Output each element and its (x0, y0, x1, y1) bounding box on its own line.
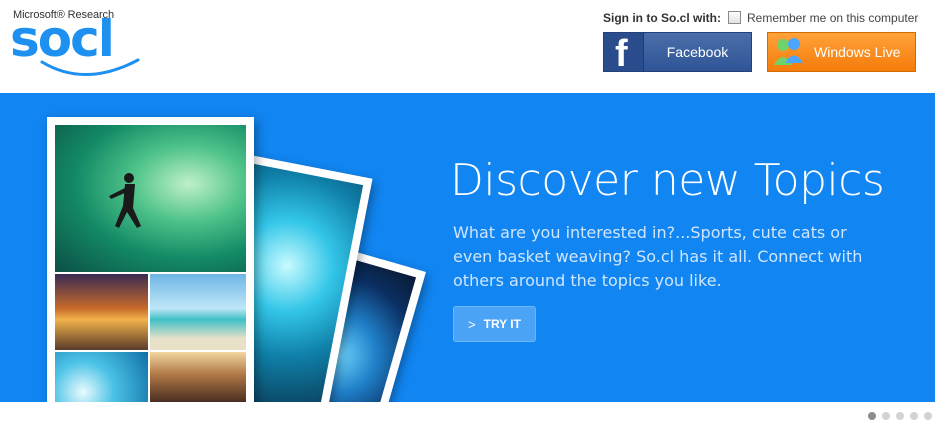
logo-smile-icon (40, 58, 140, 76)
facebook-signin-button[interactable]: f Facebook (603, 32, 752, 73)
remember-me-checkbox[interactable] (728, 11, 741, 24)
site-header: Microsoft® Research socl Sign in to So.c… (0, 0, 935, 93)
hero-banner: Discover new Topics What are you interes… (0, 93, 935, 402)
hero-title: Discover new Topics (450, 155, 885, 206)
try-it-label: TRY IT (483, 317, 521, 331)
surfing-collage-photo (47, 117, 254, 402)
windows-live-signin-button[interactable]: Windows Live (767, 32, 916, 72)
socl-logo[interactable]: socl (10, 14, 115, 64)
pager-dot-1[interactable] (868, 412, 876, 420)
surfer-tile (55, 125, 246, 272)
chevron-right-icon: > (468, 316, 476, 332)
facebook-button-label: Facebook (666, 44, 729, 60)
pager-dot-5[interactable] (924, 412, 932, 420)
pager-dot-2[interactable] (882, 412, 890, 420)
try-it-button[interactable]: > TRY IT (453, 306, 536, 342)
sunset-surf-tile (55, 274, 148, 350)
remember-me-label[interactable]: Remember me on this computer (747, 11, 918, 25)
carousel-pager (868, 412, 932, 420)
windows-live-button-label: Windows Live (814, 44, 901, 60)
windows-live-messenger-icon (774, 38, 803, 65)
wave-tile (55, 352, 148, 402)
hero-description: What are you interested in?...Sports, cu… (453, 223, 863, 290)
pager-dot-4[interactable] (910, 412, 918, 420)
pager-dot-3[interactable] (896, 412, 904, 420)
facebook-f-icon: f (604, 33, 644, 73)
signin-label: Sign in to So.cl with: (603, 11, 721, 25)
beach-tile (150, 274, 246, 350)
surfer-figure-icon (109, 173, 141, 228)
cliff-tile (150, 352, 246, 402)
